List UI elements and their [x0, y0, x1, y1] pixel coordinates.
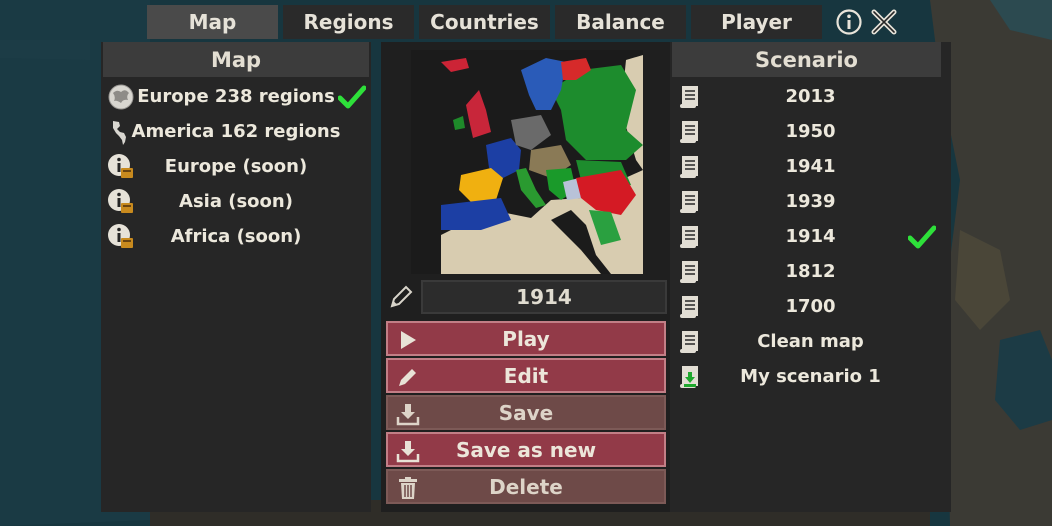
save-button-label: Save	[498, 400, 554, 425]
trash-icon	[396, 476, 420, 500]
tab-countries[interactable]: Countries	[419, 5, 550, 39]
scroll-icon	[678, 119, 702, 145]
play-button-label: Play	[502, 326, 550, 351]
scenario-item-label: My scenario 1	[740, 366, 881, 387]
map-preview	[411, 50, 643, 274]
scenario-item-label: 1941	[785, 156, 836, 177]
map-item-america-162[interactable]: America 162 regions	[101, 114, 371, 149]
scenario-item-label: 2013	[785, 86, 836, 107]
scenario-item-label: 1812	[785, 261, 836, 282]
scenario-item-label: Clean map	[757, 331, 864, 352]
map-item-label: Asia (soon)	[179, 191, 293, 212]
tab-player[interactable]: Player	[691, 5, 822, 39]
scenario-item-my-scenario-1[interactable]: My scenario 1	[670, 359, 951, 394]
pencil-icon	[396, 365, 420, 389]
top-tabs: Map Regions Countries Balance Player	[147, 5, 822, 39]
scroll-icon	[678, 84, 702, 110]
scenario-item-label: 1950	[785, 121, 836, 142]
scroll-icon	[678, 294, 702, 320]
map-item-africa-soon[interactable]: Africa (soon)	[101, 219, 371, 254]
map-item-label: Europe 238 regions	[137, 86, 335, 107]
scroll-icon	[678, 329, 702, 355]
map-item-asia-soon[interactable]: Asia (soon)	[101, 184, 371, 219]
download-icon	[396, 402, 420, 426]
save-as-new-button-label: Save as new	[455, 437, 597, 462]
tab-map[interactable]: Map	[147, 5, 278, 39]
scenario-list: 2013 1950 1941 1939 1914 1812 1700 Clean…	[670, 79, 951, 394]
info-icon[interactable]	[835, 8, 863, 36]
map-panel: Map Europe 238 regions America 162 regio…	[101, 42, 371, 512]
rename-pencil-icon[interactable]	[385, 280, 417, 314]
check-icon	[907, 225, 937, 249]
scenario-detail-panel: 1914 Play Edit Save Save as new Delete	[381, 42, 670, 512]
tab-balance[interactable]: Balance	[555, 5, 686, 39]
europe-globe-icon	[107, 83, 135, 111]
map-item-label: Europe (soon)	[164, 156, 308, 177]
scenario-item-clean-map[interactable]: Clean map	[670, 324, 951, 359]
info-locked-icon	[107, 188, 135, 216]
map-panel-header: Map	[103, 42, 369, 77]
action-buttons: Play Edit Save Save as new Delete	[386, 321, 666, 506]
tab-regions[interactable]: Regions	[283, 5, 414, 39]
scenario-panel: Scenario 2013 1950 1941 1939 1914 1812 1…	[670, 42, 951, 512]
info-locked-icon	[107, 223, 135, 251]
delete-button-label: Delete	[489, 474, 563, 499]
map-list: Europe 238 regions America 162 regions E…	[101, 79, 371, 254]
play-button[interactable]: Play	[386, 321, 666, 356]
delete-button[interactable]: Delete	[386, 469, 666, 504]
scenario-name-field[interactable]: 1914	[421, 280, 667, 314]
save-as-new-button[interactable]: Save as new	[386, 432, 666, 467]
scenario-item-1950[interactable]: 1950	[670, 114, 951, 149]
scenario-item-1941[interactable]: 1941	[670, 149, 951, 184]
play-icon	[396, 328, 420, 352]
scenario-item-1914[interactable]: 1914	[670, 219, 951, 254]
close-icon[interactable]	[870, 8, 898, 36]
scenario-item-1812[interactable]: 1812	[670, 254, 951, 289]
scroll-icon	[678, 259, 702, 285]
edit-button[interactable]: Edit	[386, 358, 666, 393]
scenario-item-label: 1939	[785, 191, 836, 212]
scenario-item-label: 1700	[785, 296, 836, 317]
scroll-icon	[678, 189, 702, 215]
map-item-label: Africa (soon)	[170, 226, 302, 247]
edit-button-label: Edit	[503, 363, 549, 388]
scroll-icon	[678, 224, 702, 250]
check-icon	[337, 85, 367, 109]
map-item-europe-soon[interactable]: Europe (soon)	[101, 149, 371, 184]
scroll-icon	[678, 154, 702, 180]
america-silhouette-icon	[107, 118, 135, 146]
scenario-item-2013[interactable]: 2013	[670, 79, 951, 114]
info-locked-icon	[107, 153, 135, 181]
map-item-label: America 162 regions	[131, 121, 341, 142]
scenario-name-row: 1914	[385, 280, 667, 314]
scenario-item-1939[interactable]: 1939	[670, 184, 951, 219]
map-item-europe-238[interactable]: Europe 238 regions	[101, 79, 371, 114]
save-button[interactable]: Save	[386, 395, 666, 430]
scenario-item-label: 1914	[785, 226, 836, 247]
scroll-download-icon	[678, 364, 702, 390]
scenario-panel-header: Scenario	[672, 42, 941, 77]
download-icon	[396, 439, 420, 463]
scenario-item-1700[interactable]: 1700	[670, 289, 951, 324]
